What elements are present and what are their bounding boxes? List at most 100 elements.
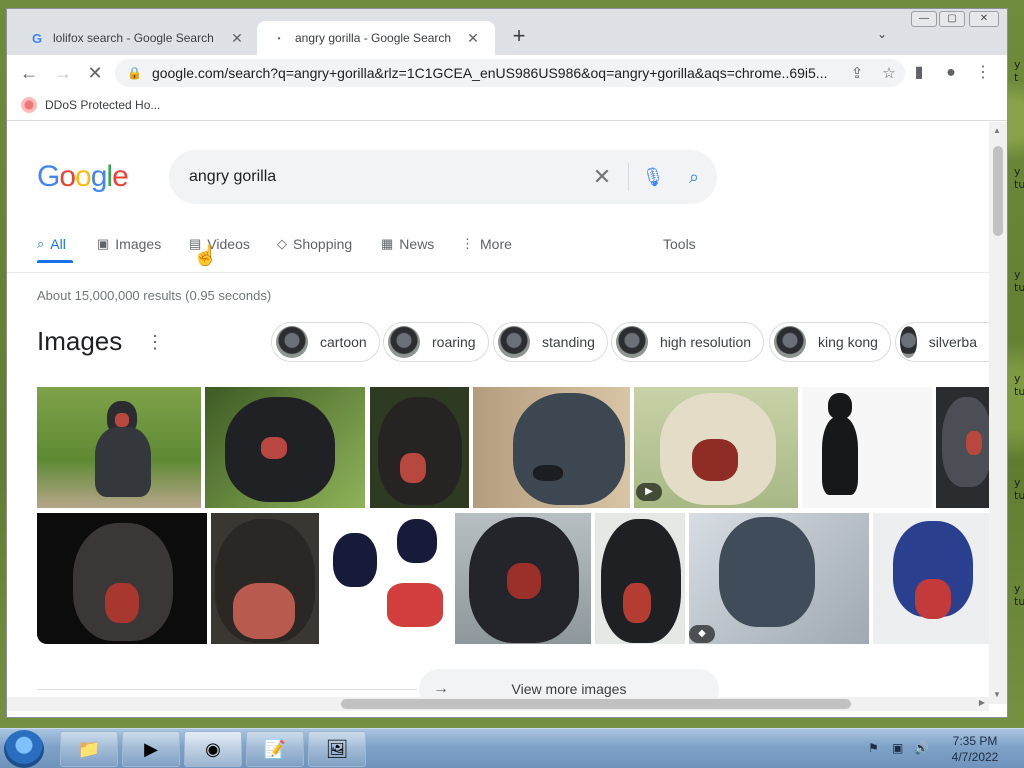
url-text[interactable]: google.com/search?q=angry+gorilla&rlz=1C… xyxy=(152,65,841,81)
chip-king-kong[interactable]: king kong xyxy=(769,322,891,362)
search-results-page: Google angry gorilla ✕ 🎙 ⌕ ⌕ All ▣ Image… xyxy=(7,122,989,704)
clock-date: 4/7/2022 xyxy=(951,750,999,764)
logo-letter: o xyxy=(59,160,76,193)
stop-loading-button[interactable]: ✕ xyxy=(83,61,107,85)
search-input[interactable]: angry gorilla xyxy=(189,168,582,186)
start-button[interactable] xyxy=(4,730,44,768)
minimize-button[interactable]: — xyxy=(911,11,937,27)
chip-silverback[interactable]: silverba xyxy=(895,322,989,362)
lock-icon[interactable]: 🔒 xyxy=(127,66,142,80)
image-result[interactable] xyxy=(595,513,685,644)
share-icon[interactable]: ⇪ xyxy=(841,64,873,82)
image-result[interactable] xyxy=(473,387,630,508)
system-clock[interactable]: 7:35 PM 4/7/2022 xyxy=(940,733,1010,765)
bookmark-favicon-icon xyxy=(21,97,37,113)
tab-lolifox-search[interactable]: G lolifox search - Google Search ✕ xyxy=(15,21,259,55)
logo-letter: g xyxy=(90,160,108,193)
tab-search-chevron-icon[interactable]: ⌄ xyxy=(877,27,887,41)
chip-cartoon[interactable]: cartoon xyxy=(271,322,380,362)
clear-icon[interactable]: ✕ xyxy=(582,164,622,190)
logo-letter: e xyxy=(112,160,129,193)
tab-images[interactable]: ▣ Images xyxy=(97,232,161,256)
logo-letter: G xyxy=(37,160,60,193)
images-heading: Images xyxy=(37,326,123,356)
desktop-text-fragment: y tu xyxy=(1014,476,1024,502)
volume-icon[interactable]: 🔊 xyxy=(914,741,929,755)
bookmark-ddos-protected[interactable]: DDoS Protected Ho... xyxy=(21,97,160,113)
chip-roaring[interactable]: roaring xyxy=(383,322,489,362)
bookmark-star-icon[interactable]: ☆ xyxy=(873,64,905,82)
images-menu-icon[interactable]: ⋮ xyxy=(146,332,164,353)
image-result[interactable] xyxy=(873,513,989,644)
scroll-up-icon[interactable]: ▲ xyxy=(993,126,1001,135)
chrome-icon[interactable]: ◉ xyxy=(184,731,242,767)
bookmarks-bar: DDoS Protected Ho... xyxy=(7,91,1007,121)
chip-thumbnail xyxy=(900,326,917,358)
logo-letter: o xyxy=(75,160,92,193)
image-result[interactable] xyxy=(802,387,932,508)
scrollbar-thumb[interactable] xyxy=(993,146,1003,236)
horizontal-scrollbar[interactable]: ▶ xyxy=(7,697,989,711)
desktop-text-fragment: y t xyxy=(1014,58,1021,84)
chip-high-resolution[interactable]: high resolution xyxy=(611,322,765,362)
scroll-right-icon[interactable]: ▶ xyxy=(979,698,985,707)
image-result[interactable] xyxy=(455,513,591,644)
chip-thumbnail xyxy=(498,326,530,358)
tools-button[interactable]: Tools xyxy=(663,232,696,256)
video-badge-icon: ▶ xyxy=(636,483,662,501)
tab-angry-gorilla[interactable]: • angry gorilla - Google Search ✕ xyxy=(257,21,495,55)
side-panel-icon[interactable]: ▮ xyxy=(907,61,931,85)
image-result[interactable] xyxy=(37,387,201,508)
image-result[interactable] xyxy=(205,387,365,508)
image-result[interactable] xyxy=(323,513,451,644)
search-box[interactable]: angry gorilla ✕ 🎙 ⌕ xyxy=(169,150,717,204)
new-tab-button[interactable]: + xyxy=(507,25,531,49)
microphone-icon[interactable]: 🎙 xyxy=(635,167,671,188)
back-button[interactable]: ← xyxy=(17,61,41,85)
address-bar[interactable]: 🔒 google.com/search?q=angry+gorilla&rlz=… xyxy=(115,59,905,87)
tab-news[interactable]: ▦ News xyxy=(381,232,434,256)
chip-standing[interactable]: standing xyxy=(493,322,608,362)
desktop-text-fragment: y tu xyxy=(1014,268,1024,294)
browser-menu-icon[interactable]: ⋮ xyxy=(971,61,995,85)
chip-label: silverba xyxy=(928,334,977,350)
vertical-scrollbar[interactable]: ▲ ▼ xyxy=(989,122,1007,704)
tab-shopping[interactable]: ◇ Shopping xyxy=(277,232,352,256)
image-result[interactable] xyxy=(370,387,469,508)
chip-label: king kong xyxy=(818,334,878,350)
search-nav-tabs: ⌕ All ▣ Images ▤ Videos ◇ Shopping ▦ New… xyxy=(37,232,987,263)
network-icon[interactable]: ▣ xyxy=(892,741,903,755)
image-result[interactable] xyxy=(37,513,207,644)
file-explorer-icon[interactable]: 📁 xyxy=(60,731,118,767)
image-viewer-icon[interactable]: 🖼 xyxy=(308,731,366,767)
action-center-icon[interactable]: ⚑ xyxy=(868,741,879,755)
close-tab-icon[interactable]: ✕ xyxy=(229,30,245,47)
google-logo[interactable]: Google xyxy=(37,160,129,194)
chip-thumbnail xyxy=(616,326,648,358)
tab-more[interactable]: ⋮ More xyxy=(461,232,512,256)
hand-cursor-icon: ☝ xyxy=(193,245,218,267)
scroll-down-icon[interactable]: ▼ xyxy=(993,690,1001,699)
desktop-text-fragment: y tu xyxy=(1014,165,1024,191)
google-favicon-icon: G xyxy=(31,30,43,46)
forward-button[interactable]: → xyxy=(51,61,75,85)
search-icon: ⌕ xyxy=(37,236,45,251)
chip-thumbnail xyxy=(388,326,420,358)
news-icon: ▦ xyxy=(381,236,394,251)
tab-all[interactable]: ⌕ All xyxy=(37,232,66,256)
tab-label: Images xyxy=(115,236,162,252)
image-result[interactable]: ◆ xyxy=(689,513,869,644)
media-player-icon[interactable]: ▶ xyxy=(122,731,180,767)
search-icon[interactable]: ⌕ xyxy=(671,167,717,188)
arrow-right-icon: → xyxy=(433,680,449,697)
maximize-button[interactable]: ▢ xyxy=(939,11,965,27)
image-result[interactable]: ▶ xyxy=(634,387,798,508)
image-result[interactable] xyxy=(936,387,989,508)
close-tab-icon[interactable]: ✕ xyxy=(465,30,481,47)
close-window-button[interactable]: ✕ xyxy=(969,11,999,27)
notepad-icon[interactable]: 📝 xyxy=(246,731,304,767)
scrollbar-thumb[interactable] xyxy=(341,699,851,709)
result-stats: About 15,000,000 results (0.95 seconds) xyxy=(37,288,272,303)
image-result[interactable] xyxy=(211,513,319,644)
profile-avatar-icon[interactable]: ● xyxy=(939,61,963,85)
